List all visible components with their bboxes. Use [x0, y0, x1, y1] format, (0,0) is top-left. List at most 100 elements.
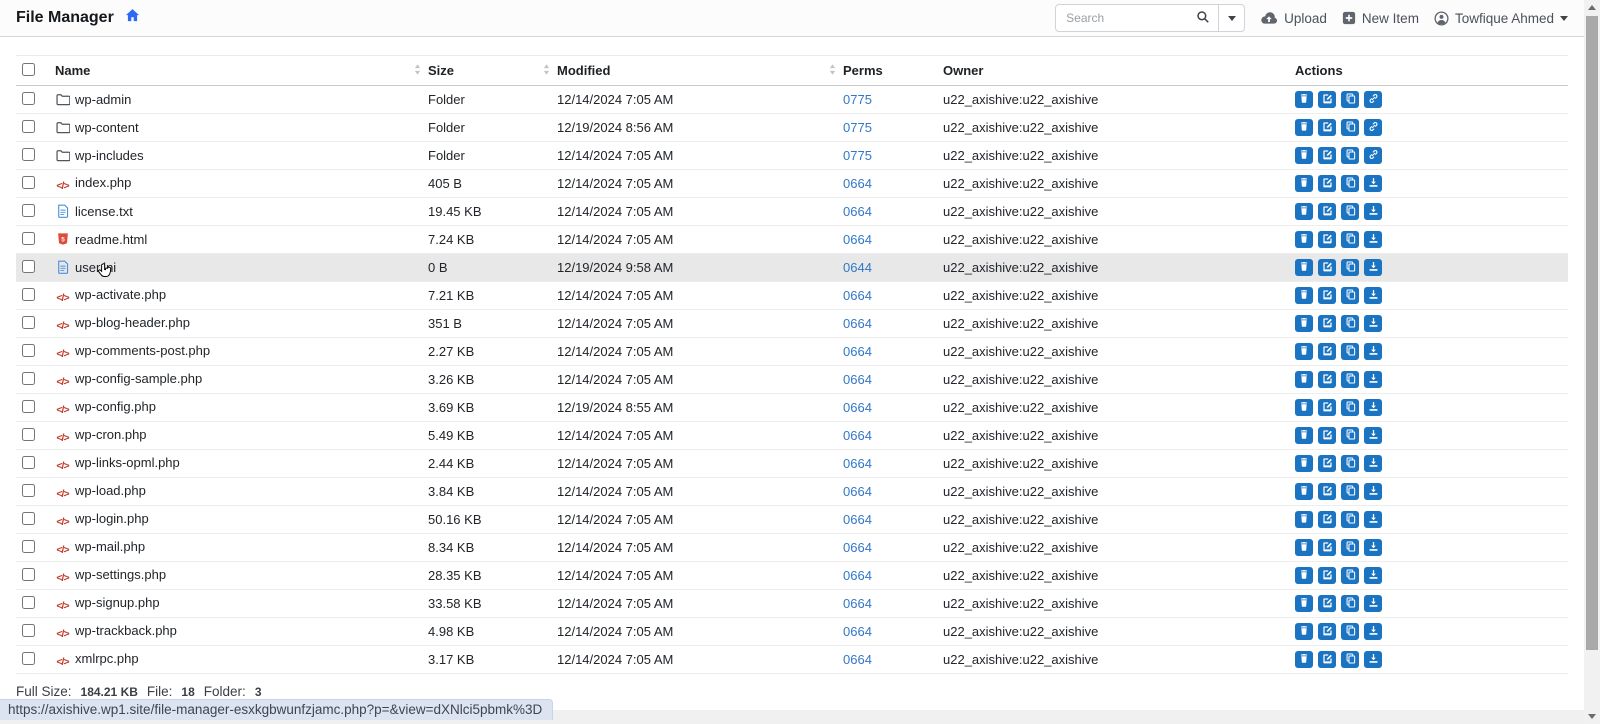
download-button[interactable] — [1364, 203, 1382, 220]
perms-link[interactable]: 0664 — [843, 288, 872, 303]
copy-button[interactable] — [1341, 231, 1359, 248]
file-link[interactable]: wp-content — [75, 120, 139, 135]
file-link[interactable]: wp-login.php — [75, 511, 149, 526]
copy-button[interactable] — [1341, 147, 1359, 164]
rename-button[interactable] — [1318, 399, 1336, 416]
row-checkbox[interactable] — [22, 400, 35, 413]
rename-button[interactable] — [1318, 175, 1336, 192]
delete-button[interactable] — [1295, 595, 1313, 612]
download-button[interactable] — [1364, 651, 1382, 668]
copy-button[interactable] — [1341, 567, 1359, 584]
copy-button[interactable] — [1341, 371, 1359, 388]
download-button[interactable] — [1364, 455, 1382, 472]
table-row[interactable]: </>wp-comments-post.php2.27 KB12/14/2024… — [16, 338, 1568, 366]
delete-button[interactable] — [1295, 371, 1313, 388]
table-row[interactable]: </>wp-activate.php7.21 KB12/14/2024 7:05… — [16, 282, 1568, 310]
table-row[interactable]: </>wp-config.php3.69 KB12/19/2024 8:55 A… — [16, 394, 1568, 422]
column-header-name[interactable]: Name — [55, 56, 428, 86]
table-row[interactable]: </>wp-cron.php5.49 KB12/14/2024 7:05 AM0… — [16, 422, 1568, 450]
row-checkbox[interactable] — [22, 344, 35, 357]
row-checkbox[interactable] — [22, 652, 35, 665]
perms-link[interactable]: 0664 — [843, 512, 872, 527]
rename-button[interactable] — [1318, 259, 1336, 276]
delete-button[interactable] — [1295, 427, 1313, 444]
table-row[interactable]: </>wp-settings.php28.35 KB12/14/2024 7:0… — [16, 562, 1568, 590]
download-button[interactable] — [1364, 595, 1382, 612]
file-link[interactable]: wp-config-sample.php — [75, 371, 202, 386]
table-row[interactable]: </>wp-links-opml.php2.44 KB12/14/2024 7:… — [16, 450, 1568, 478]
row-checkbox[interactable] — [22, 92, 35, 105]
row-checkbox[interactable] — [22, 484, 35, 497]
column-header-modified[interactable]: Modified — [557, 56, 843, 86]
table-row[interactable]: wp-contentFolder12/19/2024 8:56 AM0775u2… — [16, 114, 1568, 142]
copy-button[interactable] — [1341, 483, 1359, 500]
upload-button[interactable]: Upload — [1260, 11, 1327, 26]
row-checkbox[interactable] — [22, 148, 35, 161]
table-row[interactable]: </>wp-load.php3.84 KB12/14/2024 7:05 AM0… — [16, 478, 1568, 506]
sort-icon[interactable] — [414, 63, 421, 78]
copy-button[interactable] — [1341, 539, 1359, 556]
perms-link[interactable]: 0664 — [843, 596, 872, 611]
rename-button[interactable] — [1318, 315, 1336, 332]
delete-button[interactable] — [1295, 343, 1313, 360]
row-checkbox[interactable] — [22, 624, 35, 637]
file-link[interactable]: xmlrpc.php — [75, 651, 139, 666]
delete-button[interactable] — [1295, 651, 1313, 668]
delete-button[interactable] — [1295, 455, 1313, 472]
file-link[interactable]: wp-load.php — [75, 483, 146, 498]
search-input[interactable] — [1064, 10, 1196, 26]
rename-button[interactable] — [1318, 567, 1336, 584]
file-link[interactable]: license.txt — [75, 204, 133, 219]
link-button[interactable] — [1364, 119, 1382, 136]
row-checkbox[interactable] — [22, 260, 35, 273]
sort-icon[interactable] — [543, 63, 550, 78]
row-checkbox[interactable] — [22, 512, 35, 525]
file-link[interactable]: user.ini — [75, 260, 116, 275]
table-row[interactable]: </>wp-blog-header.php351 B12/14/2024 7:0… — [16, 310, 1568, 338]
copy-button[interactable] — [1341, 119, 1359, 136]
sort-icon[interactable] — [829, 63, 836, 78]
rename-button[interactable] — [1318, 427, 1336, 444]
delete-button[interactable] — [1295, 175, 1313, 192]
file-link[interactable]: wp-includes — [75, 148, 144, 163]
copy-button[interactable] — [1341, 259, 1359, 276]
rename-button[interactable] — [1318, 595, 1336, 612]
row-checkbox[interactable] — [22, 316, 35, 329]
copy-button[interactable] — [1341, 343, 1359, 360]
file-link[interactable]: wp-config.php — [75, 399, 156, 414]
download-button[interactable] — [1364, 175, 1382, 192]
download-button[interactable] — [1364, 259, 1382, 276]
perms-link[interactable]: 0775 — [843, 120, 872, 135]
file-link[interactable]: wp-mail.php — [75, 539, 145, 554]
row-checkbox[interactable] — [22, 176, 35, 189]
perms-link[interactable]: 0664 — [843, 232, 872, 247]
download-button[interactable] — [1364, 371, 1382, 388]
new-item-button[interactable]: New Item — [1342, 11, 1419, 26]
copy-button[interactable] — [1341, 455, 1359, 472]
copy-button[interactable] — [1341, 651, 1359, 668]
rename-button[interactable] — [1318, 343, 1336, 360]
perms-link[interactable]: 0775 — [843, 92, 872, 107]
copy-button[interactable] — [1341, 511, 1359, 528]
row-checkbox[interactable] — [22, 456, 35, 469]
table-row[interactable]: </>wp-signup.php33.58 KB12/14/2024 7:05 … — [16, 590, 1568, 618]
delete-button[interactable] — [1295, 567, 1313, 584]
copy-button[interactable] — [1341, 203, 1359, 220]
perms-link[interactable]: 0664 — [843, 456, 872, 471]
file-link[interactable]: wp-admin — [75, 92, 131, 107]
download-button[interactable] — [1364, 287, 1382, 304]
table-row[interactable]: 5readme.html7.24 KB12/14/2024 7:05 AM066… — [16, 226, 1568, 254]
scroll-up-arrow-icon[interactable] — [1588, 5, 1596, 10]
table-row[interactable]: </>wp-config-sample.php3.26 KB12/14/2024… — [16, 366, 1568, 394]
download-button[interactable] — [1364, 511, 1382, 528]
rename-button[interactable] — [1318, 203, 1336, 220]
perms-link[interactable]: 0775 — [843, 148, 872, 163]
file-link[interactable]: wp-trackback.php — [75, 623, 177, 638]
download-button[interactable] — [1364, 231, 1382, 248]
copy-button[interactable] — [1341, 175, 1359, 192]
row-checkbox[interactable] — [22, 204, 35, 217]
rename-button[interactable] — [1318, 287, 1336, 304]
perms-link[interactable]: 0644 — [843, 260, 872, 275]
copy-button[interactable] — [1341, 399, 1359, 416]
download-button[interactable] — [1364, 567, 1382, 584]
